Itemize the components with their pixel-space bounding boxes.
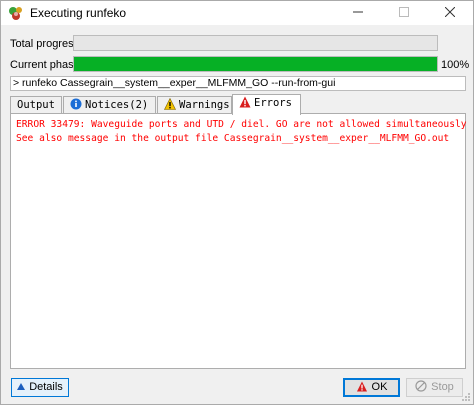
errors-panel[interactable]: ERROR 33479: Waveguide ports and UTD / d…: [10, 113, 467, 369]
maximize-button[interactable]: [381, 1, 427, 25]
title-bar[interactable]: Executing runfeko: [1, 1, 473, 25]
warning-icon: [164, 98, 176, 110]
ok-button[interactable]: OK: [343, 378, 400, 397]
tab-warnings-label: Warnings: [179, 99, 230, 111]
minimize-icon: [353, 11, 363, 13]
tab-output[interactable]: Output: [10, 96, 62, 114]
close-button[interactable]: [427, 1, 473, 25]
tab-output-label: Output: [17, 99, 55, 111]
tab-errors[interactable]: Errors: [232, 94, 301, 115]
details-button-label: Details: [29, 381, 63, 393]
feko-app-icon: [9, 7, 22, 20]
tab-warnings[interactable]: Warnings: [157, 96, 232, 114]
runfeko-dialog: Executing runfeko Total progress: Curren…: [0, 0, 474, 405]
maximize-icon: [399, 7, 409, 17]
tab-notices-label: Notices(2): [85, 99, 149, 111]
current-phase-label: Current phase:: [10, 59, 83, 71]
error-icon: [356, 381, 367, 392]
current-phase-bar: [73, 56, 438, 72]
details-button[interactable]: Details: [11, 378, 69, 397]
stop-button-label: Stop: [431, 381, 454, 393]
command-line: > runfeko Cassegrain__system__exper__MLF…: [10, 76, 466, 91]
info-icon: [70, 98, 82, 110]
close-icon: [444, 6, 456, 18]
minimize-button[interactable]: [335, 1, 381, 25]
tab-errors-label: Errors: [254, 97, 292, 109]
ok-button-label: OK: [371, 381, 388, 393]
expand-triangle-icon: [17, 382, 26, 390]
window-title: Executing runfeko: [30, 6, 127, 20]
stop-icon: [415, 380, 427, 392]
resize-grip-icon[interactable]: [461, 392, 471, 402]
error-message-line: See also message in the output file Cass…: [16, 133, 450, 144]
stop-button[interactable]: Stop: [406, 378, 463, 397]
current-phase-percent: 100%: [441, 59, 470, 71]
error-message-line: ERROR 33479: Waveguide ports and UTD / d…: [16, 119, 467, 130]
total-progress-label: Total progress:: [10, 38, 83, 50]
total-progress-bar: [73, 35, 438, 51]
current-phase-fill: [74, 57, 437, 71]
error-icon: [239, 96, 251, 108]
tab-notices[interactable]: Notices(2): [63, 96, 156, 114]
